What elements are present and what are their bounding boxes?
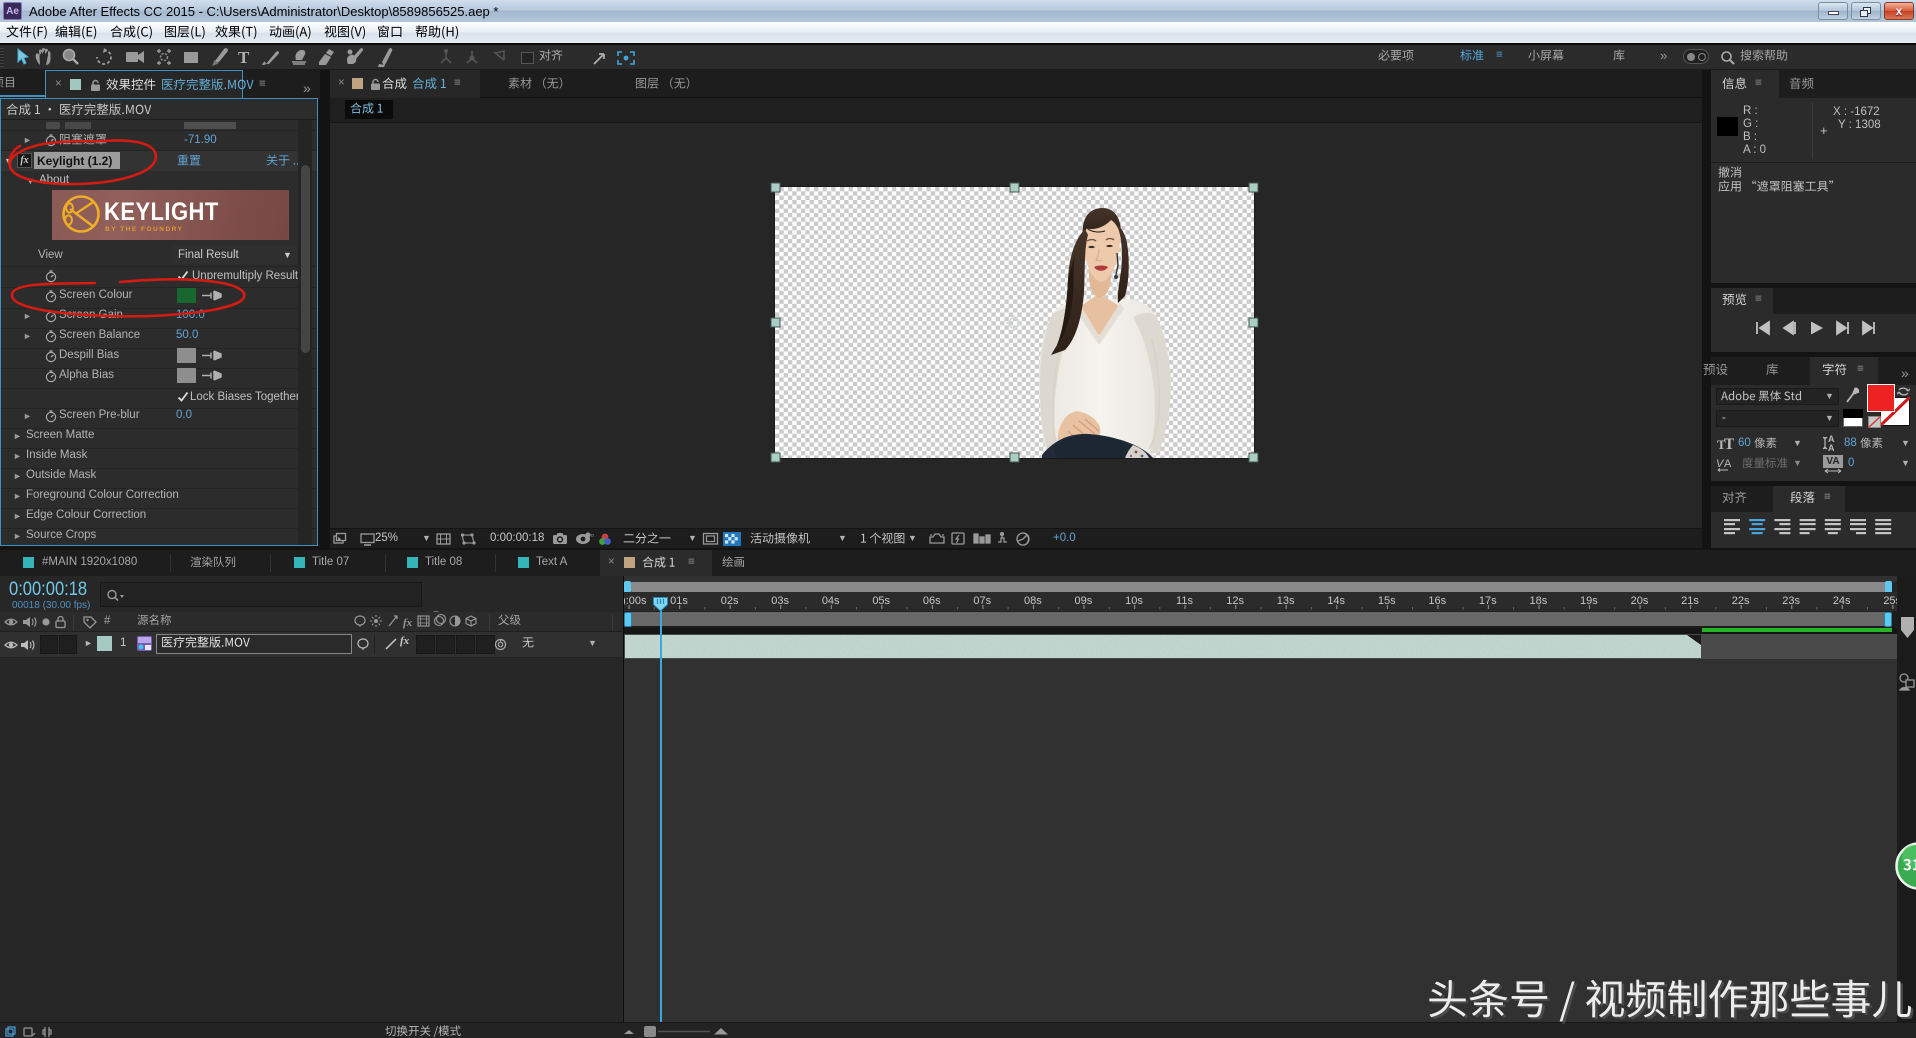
svg-text:T: T xyxy=(1724,437,1734,450)
svg-text:25s: 25s xyxy=(1883,595,1898,607)
svg-text:T: T xyxy=(238,48,250,67)
svg-text:A: A xyxy=(1828,443,1835,452)
svg-text:o: o xyxy=(591,533,594,539)
svg-text:A: A xyxy=(1724,458,1732,470)
svg-text:fx: fx xyxy=(403,617,413,629)
svg-text:):00s: ):00s xyxy=(624,595,647,607)
